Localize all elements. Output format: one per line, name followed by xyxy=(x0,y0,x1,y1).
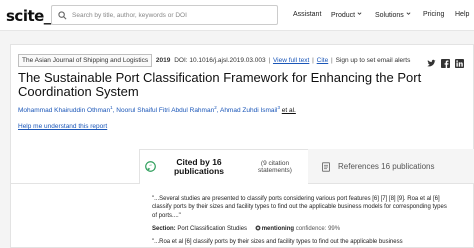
journal-badge[interactable]: The Asian Journal of Shipping and Logist… xyxy=(18,54,153,67)
author-link[interactable]: Noorul Shaiful Fitri Abdul Rahman2 xyxy=(116,105,217,115)
separator: | xyxy=(312,57,314,64)
social-share xyxy=(427,55,464,68)
snippet-meta: Section: Port Classification Studies men… xyxy=(152,225,340,232)
top-nav: scite_ Assistant Product Solutions Prici… xyxy=(0,0,474,31)
publication-year: 2019 xyxy=(155,57,171,64)
et-al-link[interactable]: et al. xyxy=(282,107,296,114)
tab-references-label: References 16 publications xyxy=(338,162,435,171)
separator: | xyxy=(331,57,333,64)
search-box[interactable] xyxy=(51,5,278,25)
mentioning-tag: mentioning xyxy=(261,226,295,232)
nav-help[interactable]: Help xyxy=(455,11,469,18)
article-meta: The Asian Journal of Shipping and Logist… xyxy=(18,54,410,67)
nav-solutions[interactable]: Solutions xyxy=(375,11,411,19)
nav-assistant[interactable]: Assistant xyxy=(293,11,321,18)
author-affiliation-mark: 2 xyxy=(214,105,217,110)
citation-statements-count: (9 citation statements) xyxy=(258,160,292,174)
help-understand-link[interactable]: Help me understand this report xyxy=(18,123,107,130)
facebook-icon[interactable] xyxy=(441,55,450,68)
author-name: Ahmad Zuhdi Ismail xyxy=(219,107,278,115)
search-icon xyxy=(58,11,67,20)
author-name: Mohammad Khairuddin Othman xyxy=(18,107,111,115)
confidence-value: confidence: 99% xyxy=(295,226,341,232)
author-affiliation-mark: 3 xyxy=(277,105,280,110)
quote-bubble-icon: “ xyxy=(145,161,156,172)
twitter-icon[interactable] xyxy=(427,55,436,67)
svg-text:“: “ xyxy=(149,164,152,170)
chevron-down-icon xyxy=(406,12,411,15)
tab-spacer xyxy=(11,149,139,184)
nav-pricing[interactable]: Pricing xyxy=(423,11,444,18)
doi: DOI: 10.1016/j.ajsl.2019.03.003 xyxy=(174,57,266,64)
tab-cited-by-label: Cited by 16 publications xyxy=(173,157,225,176)
nav-product-label: Product xyxy=(331,12,356,19)
linkedin-icon[interactable] xyxy=(455,55,464,68)
author-link[interactable]: Ahmad Zuhdi Ismail3 xyxy=(219,105,280,115)
nav-solutions-label: Solutions xyxy=(375,12,404,19)
cite-link[interactable]: Cite xyxy=(317,57,329,64)
mentioning-icon xyxy=(255,225,261,231)
search-input[interactable] xyxy=(72,9,272,22)
article-title: The Sustainable Port Classification Fram… xyxy=(18,70,422,99)
separator: | xyxy=(268,57,271,64)
author-name: Noorul Shaiful Fitri Abdul Rahman xyxy=(116,107,215,115)
author-link[interactable]: Mohammad Khairuddin Othman1 xyxy=(18,105,113,115)
author-list: Mohammad Khairuddin Othman1, Noorul Shai… xyxy=(18,105,296,115)
view-full-text-link[interactable]: View full text xyxy=(273,57,309,64)
author-affiliation-mark: 1 xyxy=(110,105,113,110)
scite-logo[interactable]: scite_ xyxy=(6,7,51,25)
section-value: Port Classification Studies xyxy=(177,226,248,232)
nav-product[interactable]: Product xyxy=(331,11,362,19)
section-label: Section: xyxy=(152,226,176,232)
email-alert-link[interactable]: Sign up to set email alerts xyxy=(336,57,411,64)
citation-snippet: "...Several studies are presented to cla… xyxy=(152,196,447,219)
citation-snippet: "...Roa et al [6] classify ports by thei… xyxy=(152,239,403,245)
document-icon xyxy=(322,162,330,172)
chevron-down-icon xyxy=(357,12,362,15)
citation-tabs: “ Cited by 16 publications (9 citation s… xyxy=(11,149,474,184)
article-card: The Asian Journal of Shipping and Logist… xyxy=(10,44,474,248)
